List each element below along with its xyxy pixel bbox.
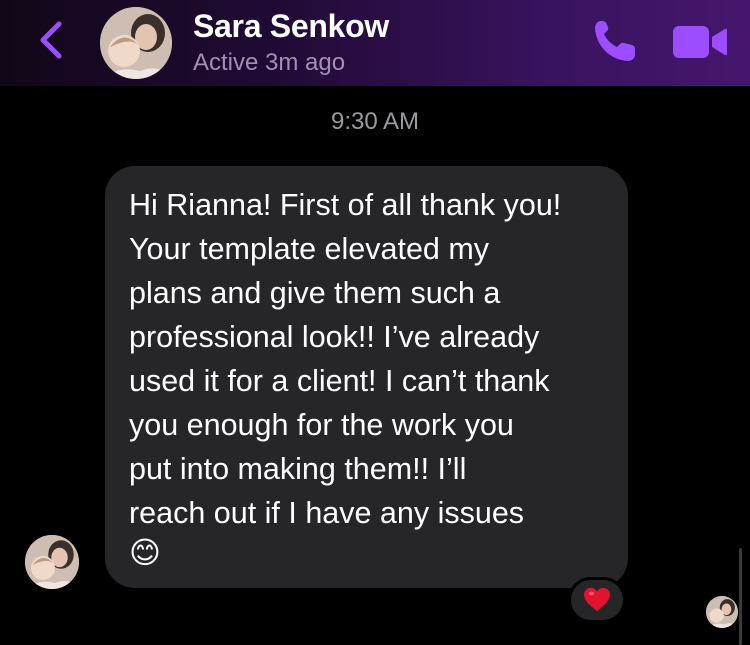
video-call-button[interactable]	[671, 22, 729, 62]
contact-name[interactable]: Sara Senkow	[193, 8, 389, 45]
chevron-left-icon	[40, 21, 62, 59]
message-text: Hi Rianna! First of all thank you! Your …	[129, 188, 562, 530]
active-status: Active 3m ago	[193, 49, 346, 76]
message-timestamp: 9:30 AM	[330, 108, 420, 135]
sender-avatar[interactable]	[25, 535, 79, 589]
read-receipt-photo	[706, 596, 738, 628]
heart-reaction[interactable]	[568, 577, 626, 623]
sender-photo	[25, 535, 79, 589]
conversation-header: Sara Senkow Active 3m ago	[0, 0, 750, 86]
scroll-indicator[interactable]	[739, 548, 742, 645]
read-receipt-avatar	[706, 596, 738, 628]
video-camera-icon	[673, 26, 727, 58]
back-button[interactable]	[34, 20, 68, 60]
smiling-face-emoji: 😊	[129, 536, 161, 570]
message-bubble[interactable]: Hi Rianna! First of all thank you! Your …	[105, 166, 628, 588]
heart-icon	[584, 587, 610, 612]
contact-avatar[interactable]	[100, 7, 172, 79]
contact-photo	[100, 7, 172, 79]
call-button[interactable]	[590, 16, 640, 66]
phone-icon	[595, 21, 635, 61]
